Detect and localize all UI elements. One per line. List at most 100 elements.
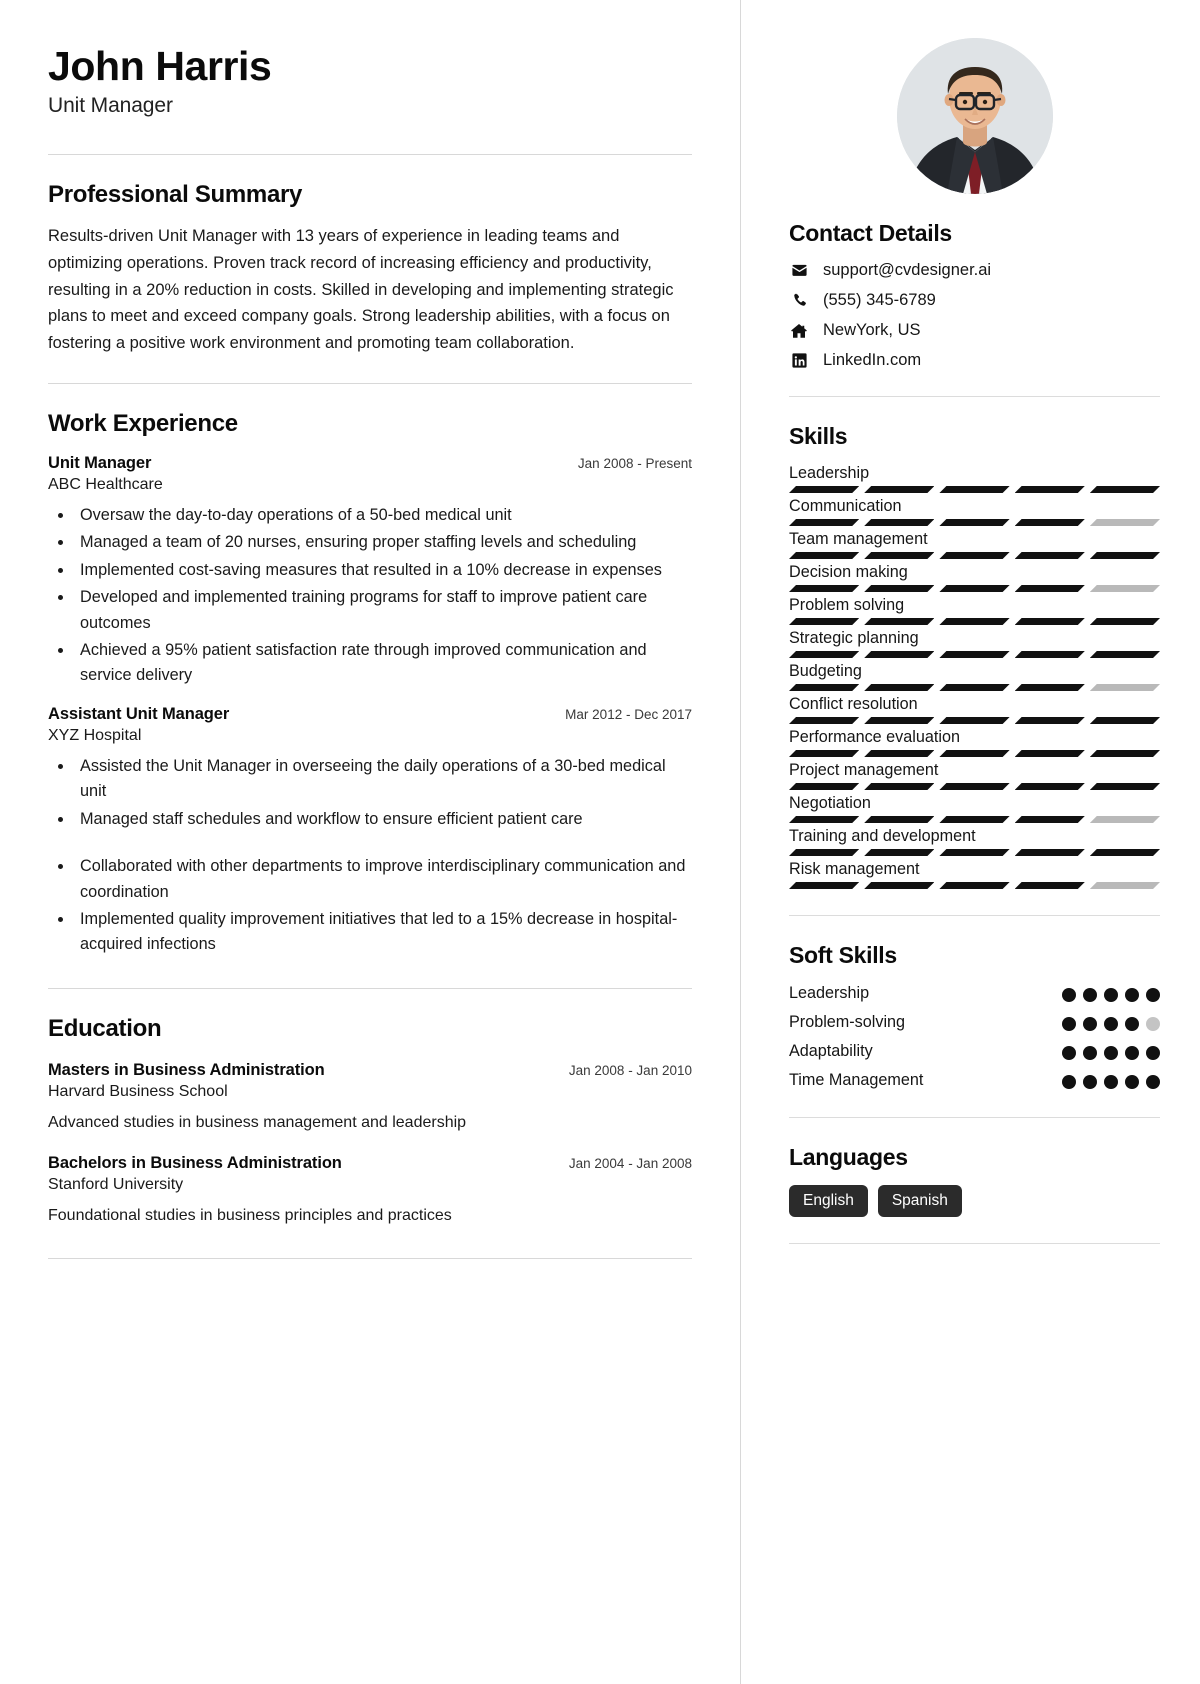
skills-divider xyxy=(789,915,1160,916)
skill-label: Strategic planning xyxy=(789,629,919,647)
skill-segment xyxy=(1015,816,1085,823)
soft-skill-item: Adaptability xyxy=(789,1041,1160,1063)
section-professional-summary: Professional Summary Results-driven Unit… xyxy=(48,181,692,357)
skill-segment xyxy=(864,585,934,592)
skill-label: Leadership xyxy=(789,464,870,482)
soft-skill-dot xyxy=(1125,1074,1139,1089)
contact-value: (555) 345-6789 xyxy=(823,291,936,309)
skill-segment xyxy=(864,684,934,691)
skill-label: Problem solving xyxy=(789,596,905,614)
work-role: Assistant Unit Manager xyxy=(48,704,230,723)
skill-segment xyxy=(789,882,859,889)
skill-segment xyxy=(939,882,1009,889)
language-chip: Spanish xyxy=(877,1185,962,1217)
skill-segment xyxy=(1090,486,1160,493)
main-column: John Harris Unit Manager Professional Su… xyxy=(0,0,740,1684)
section-contact-details: Contact Details support@cvdesigner.ai (55… xyxy=(789,220,1160,370)
soft-skill-rating xyxy=(1062,1012,1160,1031)
section-languages: Languages English Spanish xyxy=(789,1144,1160,1217)
skill-segment xyxy=(1090,783,1160,790)
soft-skill-dot xyxy=(1083,988,1097,1002)
skill-item: Team management xyxy=(789,530,1160,559)
skill-level-bar xyxy=(789,882,1160,889)
skill-segment xyxy=(1015,618,1085,625)
skill-item: Leadership xyxy=(789,464,1160,493)
phone-icon xyxy=(789,292,809,309)
skill-level-bar xyxy=(789,849,1160,856)
education-divider xyxy=(48,1258,692,1260)
contact-row[interactable]: LinkedIn.com xyxy=(789,351,1160,370)
soft-skill-rating xyxy=(1062,1041,1160,1060)
soft-skill-dot xyxy=(1104,1045,1118,1060)
education-date: Jan 2004 - Jan 2008 xyxy=(568,1155,692,1171)
contact-divider xyxy=(789,396,1160,397)
sidebar-column: Contact Details support@cvdesigner.ai (55… xyxy=(740,0,1200,1684)
work-entry: Unit Manager Jan 2008 - Present ABC Health… xyxy=(48,454,692,689)
soft-skill-dot xyxy=(1125,1045,1139,1060)
skill-level-bar xyxy=(789,717,1160,724)
soft-skill-item: Problem-solving xyxy=(789,1012,1160,1034)
skill-segment xyxy=(1090,585,1160,592)
skill-label: Risk management xyxy=(789,860,920,878)
skill-item: Problem solving xyxy=(789,596,1160,625)
skill-segment xyxy=(789,783,859,790)
soft-skill-dot xyxy=(1083,1074,1097,1089)
skill-segment xyxy=(864,717,934,724)
skill-level-bar xyxy=(789,750,1160,757)
soft-skill-dot xyxy=(1062,1045,1076,1060)
soft-skill-label: Problem-solving xyxy=(789,1012,906,1031)
skill-item: Performance evaluation xyxy=(789,728,1160,757)
education-degree: Masters in Business Administration xyxy=(48,1060,325,1079)
linkedin-icon xyxy=(789,352,809,369)
soft-skill-dot xyxy=(1062,1016,1076,1031)
soft-skill-dot xyxy=(1146,1074,1160,1089)
skill-segment xyxy=(1090,651,1160,658)
skill-item: Negotiation xyxy=(789,794,1160,823)
skill-level-bar xyxy=(789,585,1160,592)
skill-segment xyxy=(864,882,934,889)
skill-segment xyxy=(789,717,859,724)
work-entry-list: Unit Manager Jan 2008 - Present ABC Health… xyxy=(48,454,692,958)
skill-segment xyxy=(1015,849,1085,856)
work-entry-header: Assistant Unit Manager Mar 2012 - Dec 201… xyxy=(48,705,692,724)
contact-row[interactable]: NewYork, US xyxy=(789,321,1160,340)
section-education: Education Masters in Business Administra… xyxy=(48,1015,692,1229)
work-entry-header: Unit Manager Jan 2008 - Present xyxy=(48,454,692,473)
soft-skill-item: Time Management xyxy=(789,1070,1160,1092)
skill-segment xyxy=(789,585,859,592)
skill-segment xyxy=(789,486,859,493)
skill-segment xyxy=(939,585,1009,592)
skill-segment xyxy=(864,486,934,493)
skill-item: Training and development xyxy=(789,827,1160,856)
education-entry: Bachelors in Business Administration Jan … xyxy=(48,1154,692,1229)
skill-level-bar xyxy=(789,486,1160,493)
skill-segment xyxy=(939,816,1009,823)
skill-segment xyxy=(1015,717,1085,724)
work-role: Unit Manager xyxy=(48,453,152,472)
skill-segment xyxy=(1090,519,1160,526)
soft-skill-label: Leadership xyxy=(789,984,870,1002)
soft-skill-rating xyxy=(1062,1070,1160,1089)
education-entry: Masters in Business Administration Jan 20… xyxy=(48,1061,692,1136)
skill-segment xyxy=(1015,750,1085,757)
skill-level-bar xyxy=(789,618,1160,625)
avatar xyxy=(896,38,1053,194)
work-bullet: Assisted the Unit Manager in overseeing … xyxy=(74,754,692,805)
skill-segment xyxy=(1015,585,1085,592)
skill-segment xyxy=(789,849,859,856)
skill-segment xyxy=(1015,651,1085,658)
soft-skill-dot xyxy=(1146,988,1160,1002)
education-description: Foundational studies in business princip… xyxy=(48,1206,452,1224)
work-bullet: Managed a team of 20 nurses, ensuring pr… xyxy=(74,530,692,555)
skill-segment xyxy=(864,816,934,823)
languages-divider xyxy=(789,1242,1160,1244)
skill-segment xyxy=(1090,816,1160,823)
skill-level-bar xyxy=(789,651,1160,658)
header-divider xyxy=(48,154,692,156)
skill-segment xyxy=(789,651,859,658)
contact-row[interactable]: (555) 345-6789 xyxy=(789,291,1160,310)
work-bullet: Achieved a 95% patient satisfaction rate… xyxy=(74,638,692,689)
contact-row[interactable]: support@cvdesigner.ai xyxy=(789,261,1160,280)
contact-list: support@cvdesigner.ai (555) 345-6789 NewYo… xyxy=(789,261,1160,370)
soft-skill-dot xyxy=(1146,1016,1160,1031)
